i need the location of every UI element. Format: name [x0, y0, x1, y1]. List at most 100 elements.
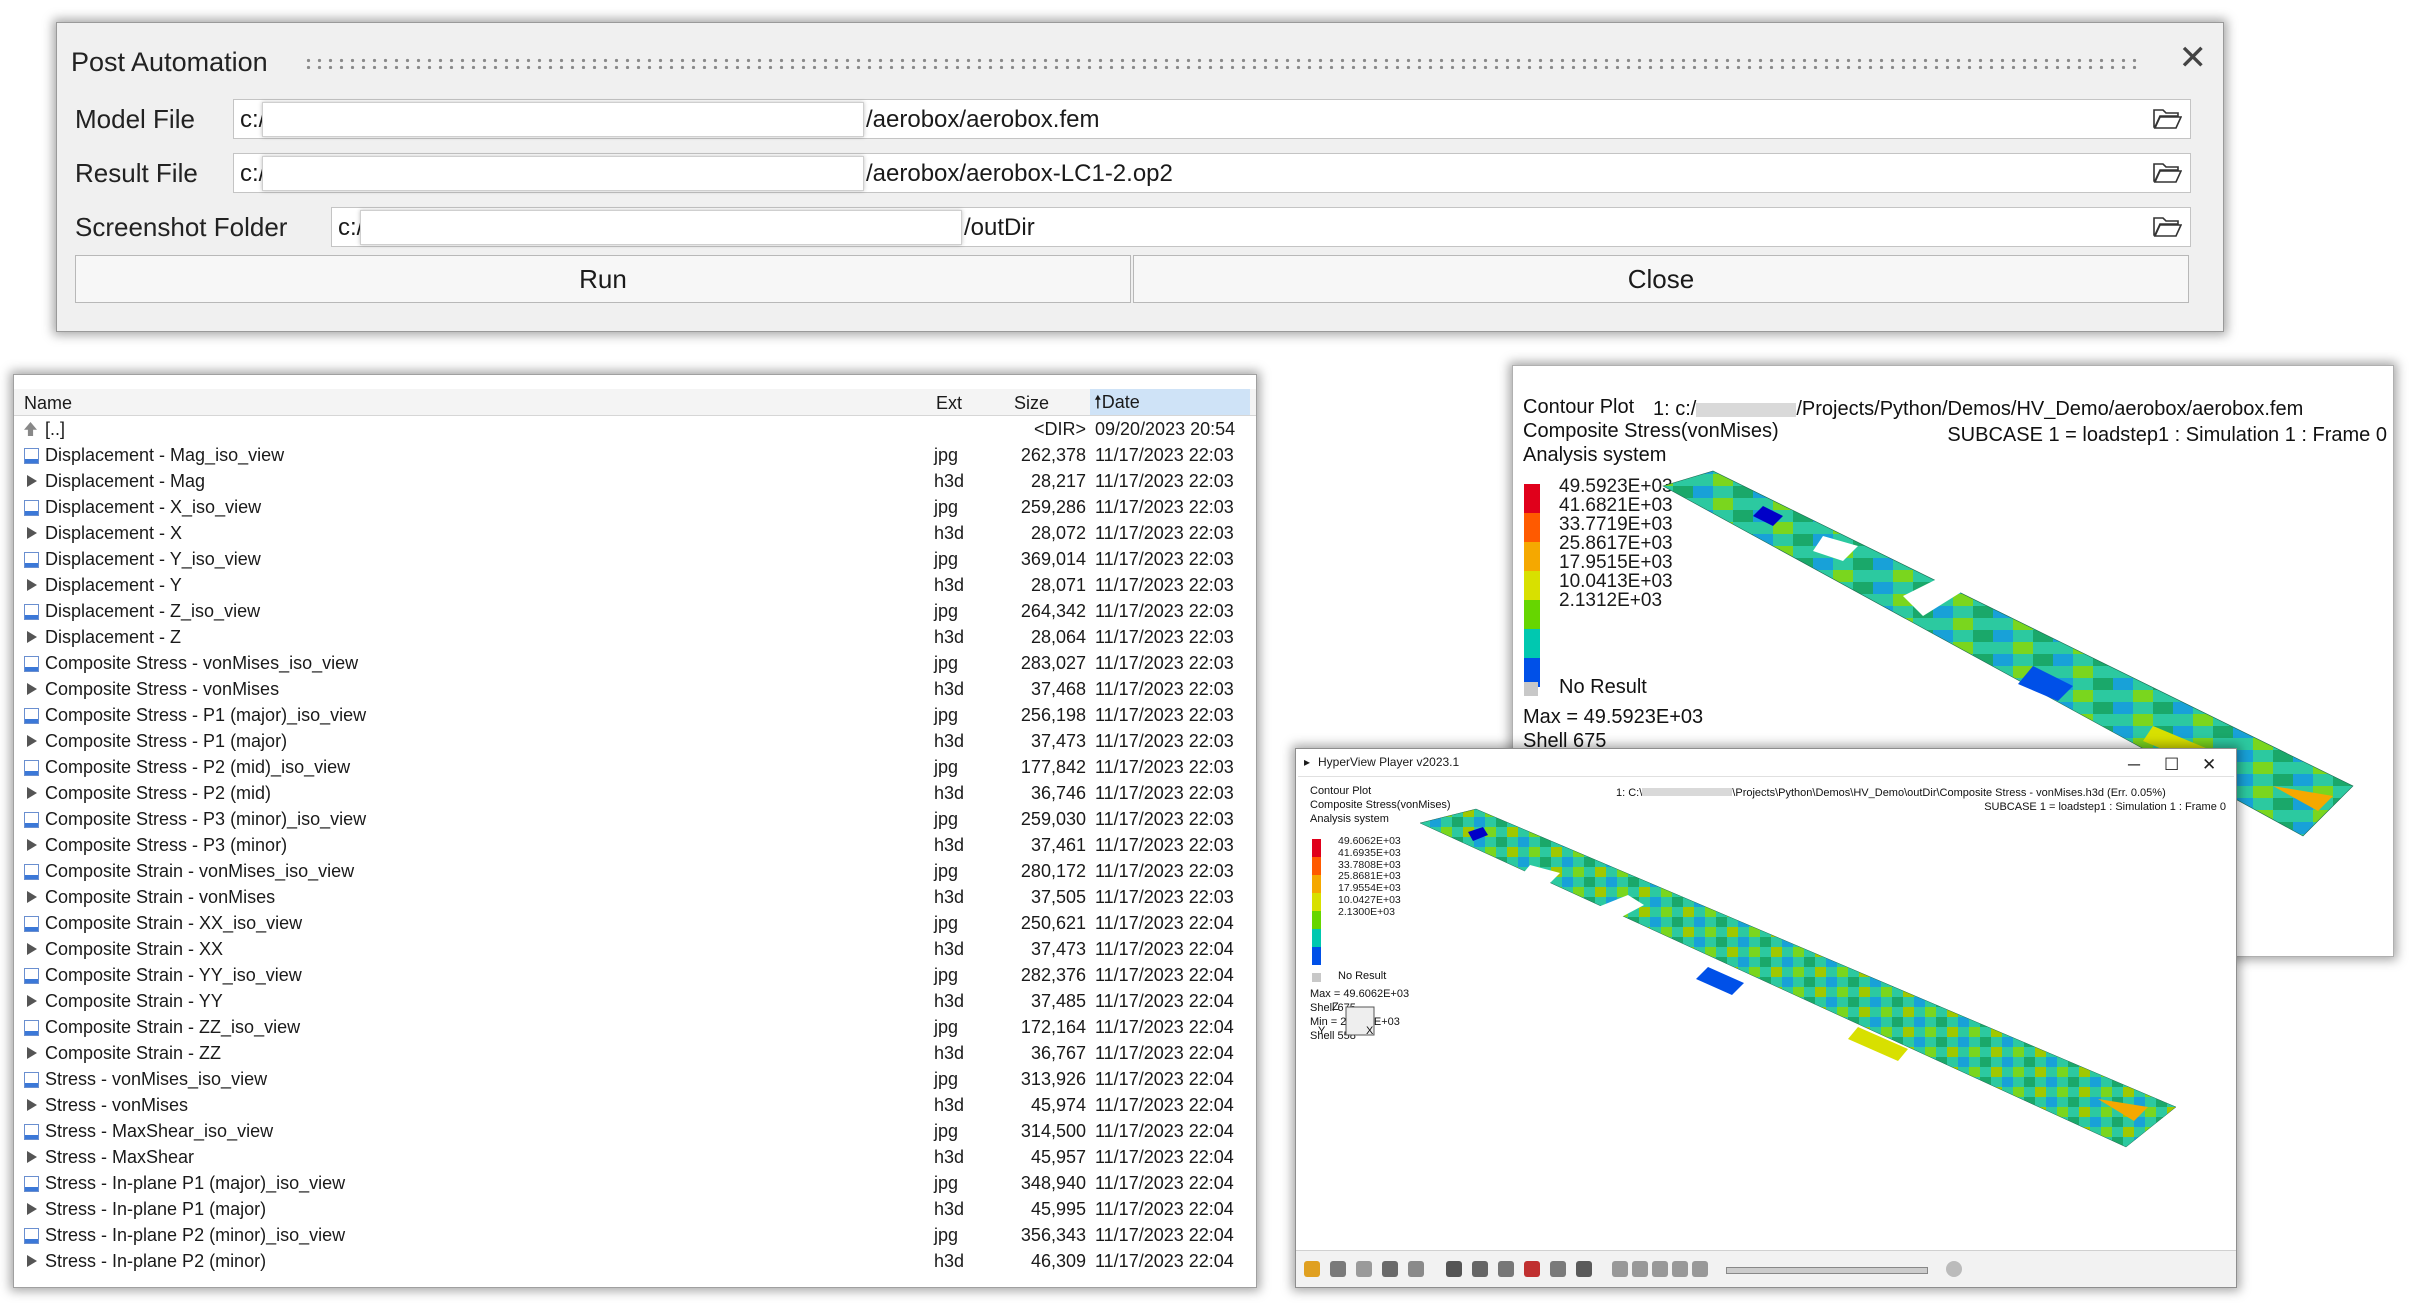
display-icon[interactable]	[1472, 1261, 1488, 1277]
file-name: Composite Strain - YY_iso_view	[45, 965, 302, 985]
file-row[interactable]: Composite Stress - P2 (mid)_iso_view jpg 1…	[14, 754, 1256, 780]
file-size: 259,286	[1020, 497, 1086, 517]
file-row[interactable]: Stress - MaxShear_iso_view jpg 314,500 11/1…	[14, 1118, 1256, 1144]
result-file-label: Result File	[75, 158, 198, 188]
file-row[interactable]: Composite Stress - P1 (major) h3d 37,473 11…	[14, 728, 1256, 754]
file-row[interactable]: Composite Strain - XX h3d 37,473 11/17/2023…	[14, 936, 1256, 962]
file-name: Composite Strain - ZZ_iso_view	[45, 1017, 301, 1037]
dialog-close-icon[interactable]: ✕	[2179, 41, 2208, 75]
file-date: 11/17/2023 22:03	[1095, 471, 1234, 491]
image-file-icon	[24, 1124, 39, 1140]
dialog-drag-handle[interactable]	[303, 57, 2137, 69]
column-date[interactable]: 🠕Date	[1090, 389, 1250, 415]
file-row[interactable]: Displacement - Z h3d 28,064 11/17/2023 22:0…	[14, 624, 1256, 650]
file-row[interactable]: Composite Stress - vonMises_iso_view jpg 2…	[14, 650, 1256, 676]
h3d-file-icon	[27, 683, 37, 695]
mesh-icon[interactable]	[1446, 1261, 1462, 1277]
axis-x-label: X	[1366, 1025, 1374, 1037]
file-row[interactable]: Composite Strain - XX_iso_view jpg 250,621…	[14, 910, 1256, 936]
file-list-header: Name Ext Size 🠕Date	[14, 389, 1256, 416]
help-icon[interactable]	[1946, 1261, 1962, 1277]
file-row[interactable]: Composite Stress - P3 (minor)_iso_view jp…	[14, 806, 1256, 832]
column-size[interactable]: Size	[1014, 393, 1049, 414]
file-row[interactable]: Composite Strain - ZZ h3d 36,767 11/17/2023…	[14, 1040, 1256, 1066]
file-row[interactable]: Displacement - Z_iso_view jpg 264,342 11/17…	[14, 598, 1256, 624]
file-name: Stress - In-plane P2 (minor)	[45, 1251, 267, 1271]
file-date: 11/17/2023 22:04	[1095, 1199, 1234, 1219]
file-name: Composite Strain - XX_iso_view	[45, 913, 303, 933]
file-row[interactable]: Composite Strain - vonMises h3d 37,505 11/1…	[14, 884, 1256, 910]
file-date: 09/20/2023 20:54	[1095, 419, 1236, 439]
close-button[interactable]: Close	[1133, 255, 2189, 303]
hv-viewport[interactable]: Contour Plot Composite Stress(vonMises) …	[1298, 776, 2234, 1251]
file-size: 262,378	[1020, 445, 1086, 465]
screenshot-folder-field[interactable]: c:/ /outDir	[331, 207, 2191, 247]
file-row[interactable]: Displacement - Mag_iso_view jpg 262,378 11/…	[14, 442, 1256, 468]
column-ext[interactable]: Ext	[936, 393, 962, 414]
file-row[interactable]: Composite Stress - P1 (major)_iso_view jp…	[14, 702, 1256, 728]
file-ext: jpg	[934, 549, 959, 569]
file-row[interactable]: Displacement - Y_iso_view jpg 369,014 11/17…	[14, 546, 1256, 572]
folder-open-icon[interactable]	[2152, 160, 2182, 184]
first-frame-icon[interactable]	[1612, 1261, 1628, 1277]
file-name: Displacement - Y	[45, 575, 182, 595]
file-size: 369,014	[1020, 549, 1086, 569]
rotate-icon[interactable]	[1330, 1261, 1346, 1277]
screenshot-icon[interactable]	[1576, 1261, 1592, 1277]
file-row[interactable]: Displacement - Mag h3d 28,217 11/17/2023 22…	[14, 468, 1256, 494]
file-row[interactable]: Displacement - X_iso_view jpg 259,286 11/17…	[14, 494, 1256, 520]
file-size: 356,343	[1020, 1225, 1086, 1245]
pan-icon[interactable]	[1382, 1261, 1398, 1277]
file-path-bar	[14, 375, 1256, 389]
axis-icon[interactable]	[1356, 1261, 1372, 1277]
close-icon[interactable]: ✕	[2202, 755, 2216, 775]
file-date: 11/17/2023 22:03	[1095, 705, 1234, 725]
open-file-icon[interactable]	[1304, 1261, 1320, 1277]
file-row[interactable]: Displacement - X h3d 28,072 11/17/2023 22:0…	[14, 520, 1256, 546]
file-date: 11/17/2023 22:04	[1095, 1147, 1234, 1167]
column-name[interactable]: Name	[24, 393, 72, 414]
file-name: Stress - MaxShear_iso_view	[45, 1121, 274, 1141]
file-row[interactable]: Displacement - Y h3d 28,071 11/17/2023 22:0…	[14, 572, 1256, 598]
measure-icon[interactable]	[1550, 1261, 1566, 1277]
file-name: Stress - In-plane P2 (minor)_iso_view	[45, 1225, 346, 1245]
file-row[interactable]: Composite Stress - P3 (minor) h3d 37,461 11…	[14, 832, 1256, 858]
file-ext: jpg	[934, 653, 959, 673]
h3d-file-icon	[27, 735, 37, 747]
file-row[interactable]: [..] <DIR> 09/20/2023 20:54	[14, 416, 1256, 442]
file-row[interactable]: Composite Strain - ZZ_iso_view jpg 172,164…	[14, 1014, 1256, 1040]
section-icon[interactable]	[1498, 1261, 1514, 1277]
contour-icon[interactable]	[1524, 1261, 1540, 1277]
file-size: 45,995	[1030, 1199, 1086, 1219]
file-row[interactable]: Stress - In-plane P2 (minor)_iso_view jpg…	[14, 1222, 1256, 1248]
file-row[interactable]: Composite Strain - YY h3d 37,485 11/17/2023…	[14, 988, 1256, 1014]
play-icon[interactable]	[1652, 1261, 1668, 1277]
file-date: 11/17/2023 22:03	[1095, 835, 1234, 855]
folder-open-icon[interactable]	[2152, 106, 2182, 130]
zoom-icon[interactable]	[1408, 1261, 1424, 1277]
file-row[interactable]: Stress - In-plane P1 (major)_iso_view jpg…	[14, 1170, 1256, 1196]
file-row[interactable]: Stress - MaxShear h3d 45,957 11/17/2023 22:…	[14, 1144, 1256, 1170]
file-row[interactable]: Composite Stress - P2 (mid) h3d 36,746 11/1…	[14, 780, 1256, 806]
model-file-field[interactable]: c:/ /aerobox/aerobox.fem	[233, 99, 2191, 139]
file-row[interactable]: Stress - In-plane P2 (minor) h3d 46,309 11/…	[14, 1248, 1256, 1274]
hv-titlebar[interactable]: ▸ HyperView Player v2023.1 ─ ☐ ✕	[1296, 749, 2236, 775]
animation-slider[interactable]	[1726, 1267, 1928, 1274]
folder-open-icon[interactable]	[2152, 214, 2182, 238]
minimize-icon[interactable]: ─	[2128, 755, 2140, 775]
result-file-field[interactable]: c:/ /aerobox/aerobox-LC1-2.op2	[233, 153, 2191, 193]
previous-frame-icon[interactable]	[1632, 1261, 1648, 1277]
file-row[interactable]: Composite Stress - vonMises h3d 37,468 11/1…	[14, 676, 1256, 702]
post-automation-dialog: Post Automation ✕ Model File c:/ /aerobo…	[56, 22, 2224, 332]
file-row[interactable]: Composite Strain - vonMises_iso_view jpg 2…	[14, 858, 1256, 884]
file-row[interactable]: Composite Strain - YY_iso_view jpg 282,376…	[14, 962, 1256, 988]
file-row[interactable]: Stress - In-plane P1 (major) h3d 45,995 11/…	[14, 1196, 1256, 1222]
file-ext: jpg	[934, 445, 959, 465]
last-frame-icon[interactable]	[1692, 1261, 1708, 1277]
maximize-icon[interactable]: ☐	[2164, 755, 2179, 775]
file-row[interactable]: Stress - vonMises h3d 45,974 11/17/2023 22:…	[14, 1092, 1256, 1118]
next-frame-icon[interactable]	[1672, 1261, 1688, 1277]
run-button[interactable]: Run	[75, 255, 1131, 303]
file-size: 256,198	[1020, 705, 1086, 725]
file-row[interactable]: Stress - vonMises_iso_view jpg 313,926 11/1…	[14, 1066, 1256, 1092]
